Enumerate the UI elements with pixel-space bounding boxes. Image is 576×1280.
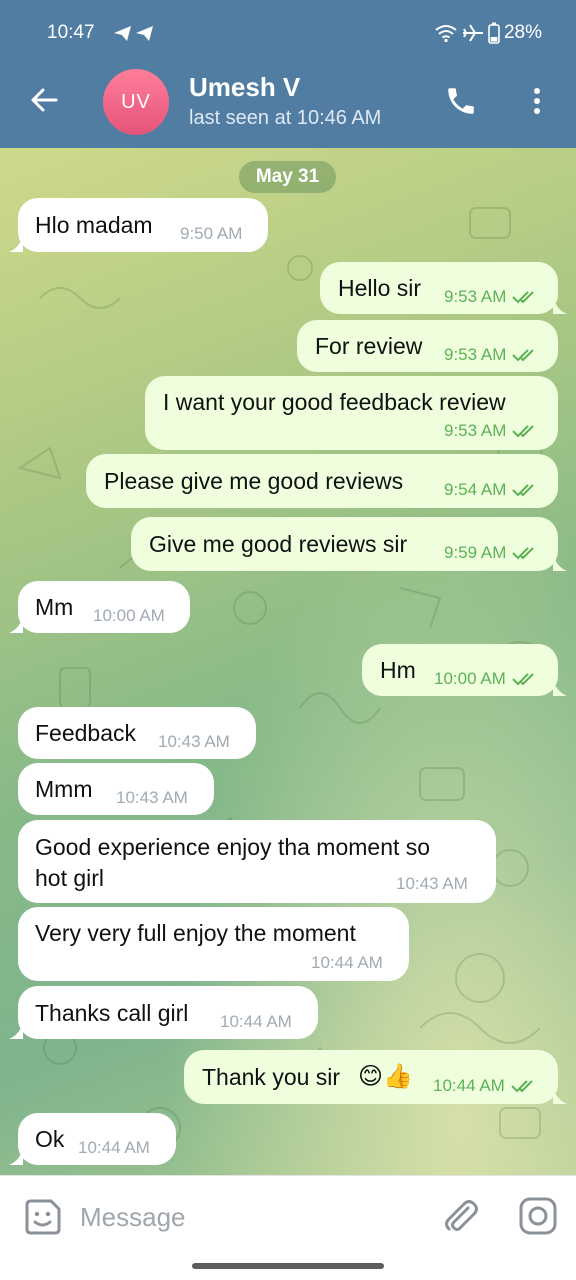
message-bubble-incoming[interactable]: Mm 10:00 AM xyxy=(9,581,190,633)
message-bubble-incoming[interactable]: Hlo madam 9:50 AM xyxy=(9,198,268,252)
airplane-mode-icon xyxy=(462,24,483,42)
message-text: Please give me good reviews xyxy=(104,468,404,494)
message-time: 10:43 AM xyxy=(116,788,188,807)
message-list[interactable]: May 31 Hlo madam 9:50 AM Hello sir 9:53 … xyxy=(0,148,576,1175)
message-time: 9:53 AM xyxy=(444,421,538,441)
camera-button[interactable] xyxy=(517,1195,559,1237)
double-check-icon xyxy=(512,349,535,362)
message-time: 10:44 AM xyxy=(220,1012,292,1031)
bubble-tail xyxy=(553,298,567,314)
bubble-tail xyxy=(553,680,567,696)
wifi-icon xyxy=(435,25,457,43)
contact-name[interactable]: Umesh V xyxy=(189,72,300,103)
status-indicators: 28% xyxy=(434,22,542,44)
message-bubble-incoming[interactable]: Very very full enjoy the moment 10:44 AM xyxy=(18,907,409,981)
battery-percent: 28% xyxy=(503,22,542,43)
message-time: 10:43 AM xyxy=(158,732,230,751)
battery-icon xyxy=(488,22,500,44)
more-options-button[interactable] xyxy=(527,84,547,118)
message-bubble-incoming[interactable]: Mmm 10:43 AM xyxy=(18,763,214,815)
double-check-icon xyxy=(512,425,535,438)
message-bubble-outgoing[interactable]: For review 9:53 AM xyxy=(297,320,558,372)
message-time: 10:00 AM xyxy=(93,606,165,625)
message-bubble-outgoing[interactable]: Give me good reviews sir 9:59 AM xyxy=(131,517,567,571)
message-bubble-incoming[interactable]: Feedback 10:43 AM xyxy=(18,707,256,759)
paperclip-icon xyxy=(445,1200,478,1231)
bubble-tail xyxy=(553,555,567,571)
status-time: 10:47 xyxy=(47,22,95,43)
message-text: Hello sir xyxy=(338,275,422,301)
message-text: I want your good feedback review xyxy=(163,389,506,415)
message-text: Good experience enjoy tha moment so xyxy=(35,834,431,860)
bubble-tail xyxy=(9,236,23,252)
message-text: Very very full enjoy the moment xyxy=(35,920,356,946)
attach-button[interactable] xyxy=(440,1196,480,1236)
double-check-icon xyxy=(512,673,534,686)
bubble-tail xyxy=(9,1023,23,1039)
bubble-tail xyxy=(553,1088,567,1104)
phone-icon xyxy=(448,88,474,114)
message-text: For review xyxy=(315,333,423,359)
double-check-icon xyxy=(512,291,535,304)
message-text: Mm xyxy=(35,594,74,620)
message-time: 9:53 AM xyxy=(444,345,538,365)
emoji-button[interactable] xyxy=(23,1197,63,1237)
message-text: Thank you sir xyxy=(202,1064,341,1090)
message-input[interactable] xyxy=(80,1196,410,1238)
double-check-icon xyxy=(512,547,535,560)
camera-icon xyxy=(519,1197,557,1235)
more-vertical-icon xyxy=(534,88,540,114)
date-chip: May 31 xyxy=(239,161,336,193)
message-time: 9:59 AM xyxy=(444,543,538,563)
double-check-icon xyxy=(511,1080,533,1093)
message-bubble-incoming[interactable]: Thanks call girl 10:44 AM xyxy=(9,986,318,1039)
message-time: 10:44 AM xyxy=(433,1076,537,1096)
home-indicator[interactable] xyxy=(192,1263,384,1269)
message-bubble-outgoing[interactable]: I want your good feedback review 9:53 AM xyxy=(145,376,558,450)
message-text: Give me good reviews sir xyxy=(149,531,408,557)
avatar[interactable]: UV xyxy=(103,69,169,135)
bubble-tail xyxy=(9,617,23,633)
message-bubble-outgoing[interactable]: Hello sir 9:53 AM xyxy=(320,262,567,314)
system-navigation-bar xyxy=(0,1255,576,1280)
message-bubble-incoming[interactable]: Ok 10:44 AM xyxy=(9,1113,176,1165)
sticker-smile-icon xyxy=(25,1199,61,1235)
back-button[interactable] xyxy=(26,82,62,118)
message-time: 10:00 AM xyxy=(434,669,538,689)
message-time: 10:43 AM xyxy=(396,874,468,893)
message-bubble-incoming[interactable]: Good experience enjoy tha moment so hot … xyxy=(18,820,496,903)
emoji-smile-thumbs-up: 😊👍 xyxy=(358,1063,413,1090)
arrow-left-icon xyxy=(31,88,58,112)
message-text: Hm xyxy=(380,657,416,683)
message-text: Ok xyxy=(35,1126,65,1152)
double-check-icon xyxy=(512,484,535,497)
message-time: 9:50 AM xyxy=(180,224,243,243)
last-seen-status: last seen at 10:46 AM xyxy=(189,107,382,129)
message-time: 10:44 AM xyxy=(78,1138,150,1157)
telegram-notification-icons xyxy=(112,23,158,48)
message-bubble-outgoing[interactable]: Please give me good reviews 9:54 AM xyxy=(86,454,558,508)
message-time: 9:53 AM xyxy=(444,287,538,307)
message-text: Hlo madam xyxy=(35,212,153,238)
message-bubble-outgoing[interactable]: Thank you sir 😊👍 10:44 AM xyxy=(184,1050,567,1104)
message-time: 10:44 AM xyxy=(311,953,383,972)
message-text: Mmm xyxy=(35,776,93,802)
message-text: Feedback xyxy=(35,720,137,746)
message-composer xyxy=(0,1175,576,1255)
status-bar: 10:47 28% xyxy=(0,0,576,64)
message-time: 9:54 AM xyxy=(444,480,538,500)
bubble-tail xyxy=(9,1149,23,1165)
call-button[interactable] xyxy=(444,84,478,118)
message-bubble-outgoing[interactable]: Hm 10:00 AM xyxy=(362,644,567,696)
message-text-line-2: hot girl xyxy=(35,865,105,891)
message-text: Thanks call girl xyxy=(35,1000,189,1026)
chat-header: UV Umesh V last seen at 10:46 AM xyxy=(0,64,576,148)
